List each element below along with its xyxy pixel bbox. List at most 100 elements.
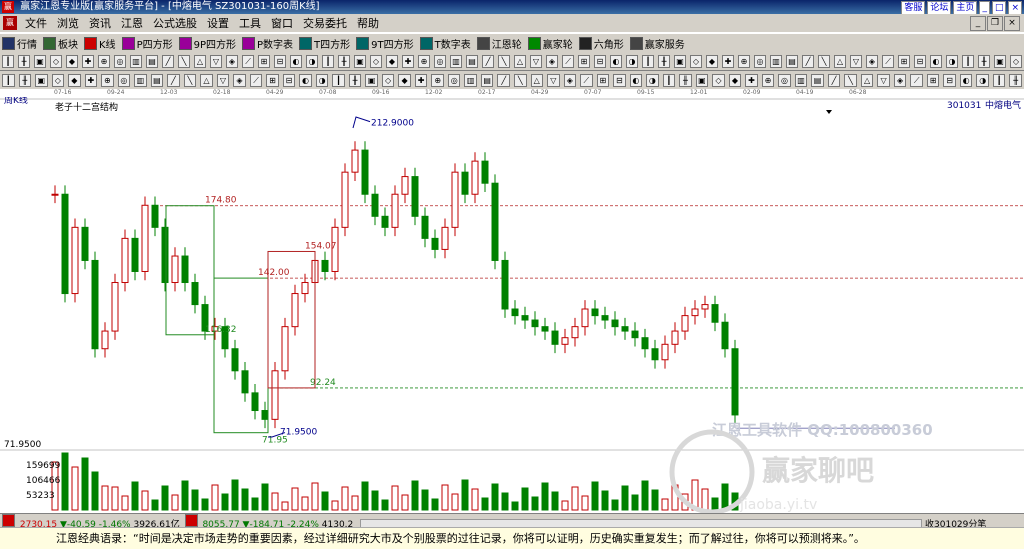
draw-tool-icon[interactable]: △ [194,54,206,68]
draw-tool-icon[interactable]: ▤ [786,54,798,68]
toolbar-gann-wheel-button[interactable]: 江恩轮 [475,36,526,51]
draw-tool-icon[interactable]: ◈ [226,54,238,68]
draw-tool-icon[interactable]: ◈ [546,54,558,68]
draw-tool-icon[interactable]: ╲ [818,54,830,68]
menu-news[interactable]: 资讯 [84,15,116,31]
app-menu-icon[interactable]: 赢 [3,16,17,30]
mdi-close-button[interactable]: × [1004,16,1020,31]
menu-gann[interactable]: 江恩 [116,15,148,31]
maximize-button[interactable]: □ [991,1,1007,14]
draw-tool-icon[interactable]: ⊕ [418,54,430,68]
gann-tool-icon[interactable]: ▽ [877,73,890,87]
gann-tool-icon[interactable]: △ [530,73,544,87]
draw-tool-icon[interactable]: ┃ [322,54,334,68]
gann-tool-icon[interactable]: ╫ [18,73,32,87]
gann-tool-icon[interactable]: ▤ [150,73,164,87]
chart-area[interactable]: 周K线 老子十二宫结构 301031 中熔电气 174.80 142.00 92.2… [0,94,1024,515]
gann-tool-icon[interactable]: ◇ [51,73,65,87]
draw-tool-icon[interactable]: ▥ [450,54,462,68]
gann-tool-icon[interactable]: ◑ [315,73,329,87]
gann-tool-icon[interactable]: ▣ [695,73,709,87]
link-support[interactable]: 客服 [901,1,926,14]
close-button[interactable]: × [1008,1,1022,14]
draw-tool-icon[interactable]: ╲ [178,54,190,68]
minimize-button[interactable]: _ [979,1,990,14]
gann-tool-icon[interactable]: △ [200,73,213,87]
draw-tool-icon[interactable]: ┃ [2,54,14,68]
draw-tool-icon[interactable]: ✚ [402,54,414,68]
draw-tool-icon[interactable]: ◆ [706,54,718,68]
draw-tool-icon[interactable]: ▽ [530,54,542,68]
toolbar-blocks-button[interactable]: 板块 [41,36,82,51]
draw-tool-icon[interactable]: ╫ [18,54,30,68]
toolbar-p-square-button[interactable]: P四方形 [120,36,177,51]
link-home[interactable]: 主页 [953,1,978,14]
gann-tool-icon[interactable]: ╫ [679,73,692,87]
gann-tool-icon[interactable]: △ [860,73,874,87]
menu-window[interactable]: 窗口 [266,15,298,31]
draw-tool-icon[interactable]: ▣ [34,54,46,68]
draw-tool-icon[interactable]: ▥ [770,54,782,68]
gann-tool-icon[interactable]: ◑ [976,73,989,87]
menu-tools[interactable]: 工具 [234,15,266,31]
gann-tool-icon[interactable]: ◇ [381,73,395,87]
draw-tool-icon[interactable]: △ [834,54,846,68]
gann-tool-icon[interactable]: ╫ [348,73,362,87]
gann-tool-icon[interactable]: ⊞ [266,73,279,87]
draw-tool-icon[interactable]: ⊟ [594,54,606,68]
gann-tool-icon[interactable]: ◆ [728,73,742,87]
draw-tool-icon[interactable]: ◐ [930,54,942,68]
draw-tool-icon[interactable]: ╱ [802,54,814,68]
draw-tool-icon[interactable]: △ [514,54,526,68]
draw-tool-icon[interactable]: ◑ [306,54,318,68]
gann-tool-icon[interactable]: ◑ [646,73,659,87]
menu-settings[interactable]: 设置 [202,15,234,31]
gann-tool-icon[interactable]: ╫ [1009,73,1022,87]
menu-trade[interactable]: 交易委托 [298,15,352,31]
toolbar-winner-wheel-button[interactable]: 赢家轮 [526,36,577,51]
gann-tool-icon[interactable]: ┃ [2,73,15,87]
draw-tool-icon[interactable]: ▣ [994,54,1006,68]
toolbar-9t-square-button[interactable]: 9T四方形 [354,36,417,51]
gann-tool-icon[interactable]: ✚ [414,73,428,87]
draw-tool-icon[interactable]: ◐ [290,54,302,68]
gann-tool-icon[interactable]: ◈ [233,73,246,87]
toolbar-p-table-button[interactable]: P数字表 [240,36,297,51]
gann-tool-icon[interactable]: ◐ [299,73,312,87]
draw-tool-icon[interactable]: ⟋ [882,54,894,68]
draw-tool-icon[interactable]: ◐ [610,54,622,68]
draw-tool-icon[interactable]: ⊞ [258,54,270,68]
gann-tool-icon[interactable]: ┃ [992,73,1006,87]
gann-tool-icon[interactable]: ◎ [117,73,131,87]
gann-tool-icon[interactable]: ⊕ [761,73,775,87]
gann-tool-icon[interactable]: ⊞ [926,73,940,87]
draw-tool-icon[interactable]: ◇ [690,54,702,68]
draw-tool-icon[interactable]: ▤ [466,54,478,68]
toolbar-t-table-button[interactable]: T数字表 [418,36,475,51]
draw-tool-icon[interactable]: ╫ [978,54,990,68]
draw-tool-icon[interactable]: ⊟ [914,54,926,68]
draw-tool-icon[interactable]: ▥ [130,54,142,68]
gann-tool-icon[interactable]: ⊟ [943,73,956,87]
gann-tool-icon[interactable]: ╲ [183,73,197,87]
draw-tool-icon[interactable]: ◎ [434,54,446,68]
draw-tool-icon[interactable]: ╱ [162,54,174,68]
draw-tool-icon[interactable]: ╲ [498,54,510,68]
draw-tool-icon[interactable]: ◇ [1010,54,1022,68]
menu-browse[interactable]: 浏览 [52,15,84,31]
draw-tool-icon[interactable]: ╱ [482,54,494,68]
gann-tool-icon[interactable]: ▤ [811,73,824,87]
toolbar-grid-button[interactable]: 行情 [0,36,41,51]
gann-tool-icon[interactable]: ▥ [794,73,808,87]
toolbar-9p-square-button[interactable]: 9P四方形 [177,36,240,51]
gann-tool-icon[interactable]: ◇ [712,73,725,87]
draw-tool-icon[interactable]: ⊞ [898,54,910,68]
draw-tool-icon[interactable]: ⊟ [274,54,286,68]
draw-tool-icon[interactable]: ◈ [866,54,878,68]
draw-tool-icon[interactable]: ⟋ [562,54,574,68]
draw-tool-icon[interactable]: ✚ [722,54,734,68]
gann-tool-icon[interactable]: ◆ [68,73,81,87]
gann-tool-icon[interactable]: ┃ [662,73,676,87]
draw-tool-icon[interactable]: ┃ [962,54,974,68]
gann-tool-icon[interactable]: ⊞ [596,73,610,87]
